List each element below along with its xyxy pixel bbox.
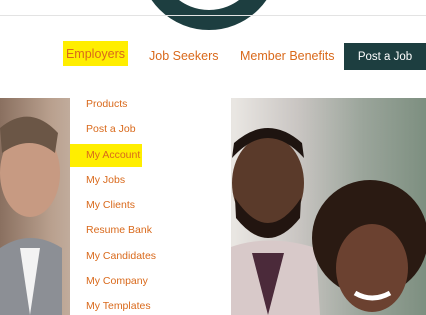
employers-dropdown-menu: Products Post a Job My Account My Jobs M… [70, 98, 231, 315]
menu-item-my-company[interactable]: My Company [86, 275, 148, 287]
menu-item-post-a-job[interactable]: Post a Job [86, 123, 136, 135]
nav-employers-label: Employers [65, 46, 126, 61]
post-a-job-button[interactable]: Post a Job [344, 43, 426, 70]
menu-item-my-candidates[interactable]: My Candidates [86, 250, 156, 262]
menu-item-my-clients[interactable]: My Clients [86, 199, 135, 211]
header-divider [0, 15, 426, 16]
menu-item-products[interactable]: Products [86, 98, 127, 110]
site-header: Employers Job Seekers Member Benefits Po… [0, 0, 426, 98]
nav-employers[interactable]: Employers [63, 41, 128, 66]
nav-job-seekers[interactable]: Job Seekers [149, 49, 218, 63]
nav-member-benefits[interactable]: Member Benefits [240, 49, 334, 63]
menu-item-my-jobs[interactable]: My Jobs [86, 174, 125, 186]
menu-item-resume-bank[interactable]: Resume Bank [86, 224, 152, 236]
menu-item-my-account[interactable]: My Account [86, 149, 140, 161]
menu-item-my-templates[interactable]: My Templates [86, 300, 151, 312]
